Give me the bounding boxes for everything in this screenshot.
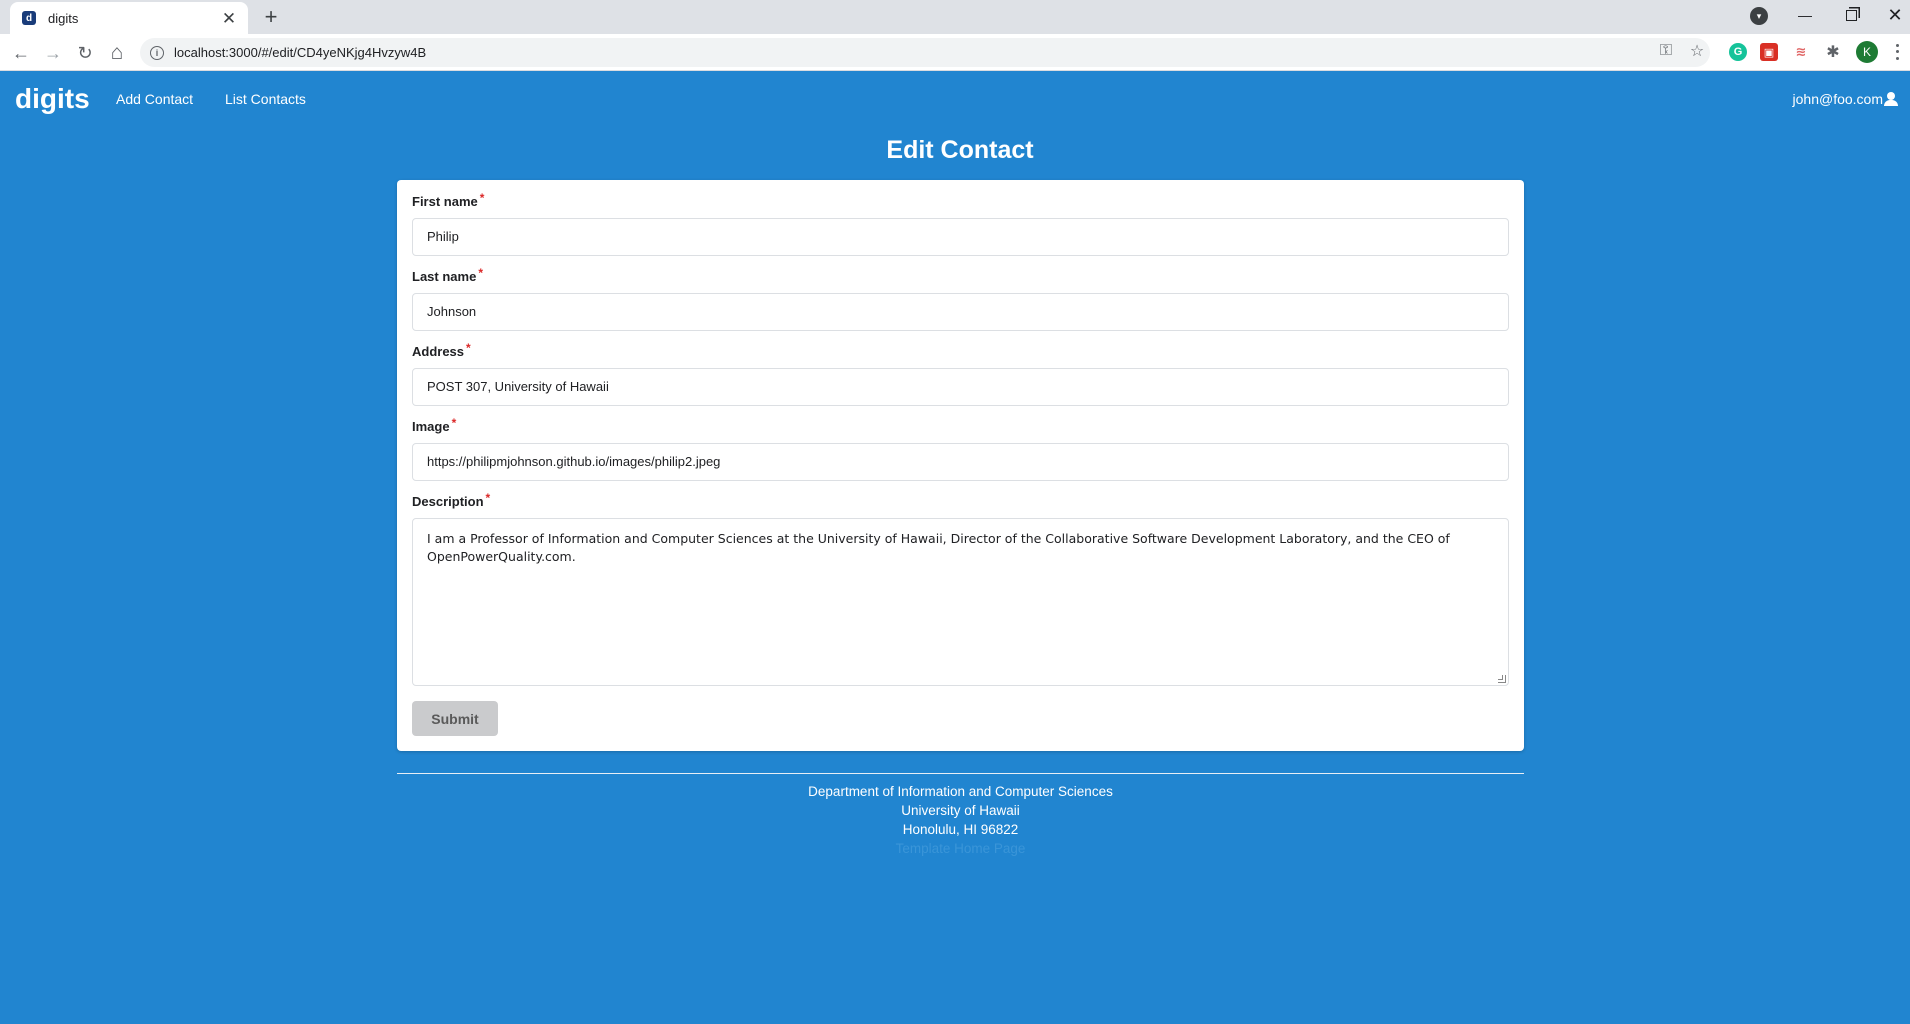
browser-tab[interactable]: d digits ✕	[10, 2, 248, 34]
page-title: Edit Contact	[886, 136, 1034, 164]
reload-button[interactable]: ↻	[72, 40, 98, 66]
home-button[interactable]: ⌂	[104, 40, 130, 66]
image-label: Image *	[412, 416, 457, 434]
footer-university: University of Hawaii	[901, 803, 1020, 818]
first-name-field: First name * Philip	[412, 191, 1509, 256]
address-input[interactable]: POST 307, University of Hawaii	[412, 368, 1509, 406]
password-key-icon[interactable]: ⚿	[1655, 40, 1677, 62]
browser-menu-icon[interactable]	[1890, 42, 1904, 62]
window-close-button[interactable]: ✕	[1880, 0, 1910, 30]
profile-dropdown-icon[interactable]: ▾	[1750, 7, 1768, 25]
first-name-label: First name *	[412, 191, 485, 209]
user-icon	[1884, 92, 1898, 106]
required-marker: *	[466, 341, 471, 355]
favicon-icon: d	[22, 11, 36, 25]
back-button[interactable]: ←	[8, 40, 34, 66]
new-tab-button[interactable]: +	[258, 4, 284, 30]
edit-contact-form: First name * Philip Last name * Johnson Ad…	[397, 180, 1524, 751]
forward-button[interactable]: →	[40, 40, 66, 66]
description-text: I am a Professor of Information and Comp…	[427, 531, 1450, 564]
window-minimize-button[interactable]: —	[1790, 0, 1820, 30]
bookmark-star-icon[interactable]: ☆	[1686, 40, 1708, 62]
address-bar[interactable]: i localhost:3000/#/edit/CD4yeNKjg4Hvzyw4…	[140, 38, 1710, 67]
footer-template-link[interactable]: Template Home Page	[397, 839, 1524, 858]
footer-department: Department of Information and Computer S…	[808, 784, 1113, 799]
image-input[interactable]: https://philipmjohnson.github.io/images/…	[412, 443, 1509, 481]
required-marker: *	[479, 191, 485, 205]
resize-grip-icon[interactable]	[1498, 675, 1506, 683]
last-name-field: Last name * Johnson	[412, 266, 1509, 331]
submit-button[interactable]: Submit	[412, 701, 498, 736]
tab-title: digits	[48, 10, 79, 26]
app-navbar: digits Add Contact List Contacts john@fo…	[0, 71, 1910, 127]
url-text[interactable]: localhost:3000/#/edit/CD4yeNKjg4Hvzyw4B	[174, 45, 426, 60]
brand-logo[interactable]: digits	[15, 83, 90, 115]
tab-close-icon[interactable]: ✕	[220, 10, 238, 27]
browser-toolbar: ← → ↻ ⌂ i localhost:3000/#/edit/CD4yeNKj…	[0, 34, 1910, 71]
user-email: john@foo.com	[1792, 91, 1883, 107]
site-info-icon[interactable]: i	[150, 45, 164, 60]
required-marker: *	[485, 491, 491, 505]
pdf-extension-icon[interactable]: ▣	[1760, 43, 1778, 61]
profile-avatar[interactable]: K	[1856, 41, 1878, 63]
nav-add-contact[interactable]: Add Contact	[116, 91, 193, 107]
address-label: Address *	[412, 341, 471, 359]
last-name-label: Last name *	[412, 266, 483, 284]
last-name-input[interactable]: Johnson	[412, 293, 1509, 331]
nav-list-contacts[interactable]: List Contacts	[225, 91, 306, 107]
required-marker: *	[451, 416, 457, 430]
description-label: Description *	[412, 491, 491, 509]
address-field: Address * POST 307, University of Hawaii	[412, 341, 1509, 406]
window-restore-button[interactable]	[1836, 0, 1866, 30]
required-marker: *	[478, 266, 483, 280]
extensions-puzzle-icon[interactable]: ✱	[1824, 43, 1842, 61]
user-menu[interactable]: john@foo.com	[1793, 91, 1898, 107]
image-field: Image * https://philipmjohnson.github.io/…	[412, 416, 1509, 481]
footer-city: Honolulu, HI 96822	[902, 822, 1019, 837]
description-textarea[interactable]: I am a Professor of Information and Comp…	[412, 518, 1509, 686]
description-field: Description * I am a Professor of Informa…	[412, 491, 1509, 686]
footer: Department of Information and Computer S…	[397, 773, 1524, 858]
first-name-input[interactable]: Philip	[412, 218, 1509, 256]
wave-extension-icon[interactable]: ≋	[1792, 43, 1810, 61]
grammarly-extension-icon[interactable]: G	[1729, 43, 1747, 61]
restore-icon	[1845, 9, 1857, 21]
browser-tabstrip: d digits ✕ + ▾ — ✕	[0, 0, 1910, 34]
